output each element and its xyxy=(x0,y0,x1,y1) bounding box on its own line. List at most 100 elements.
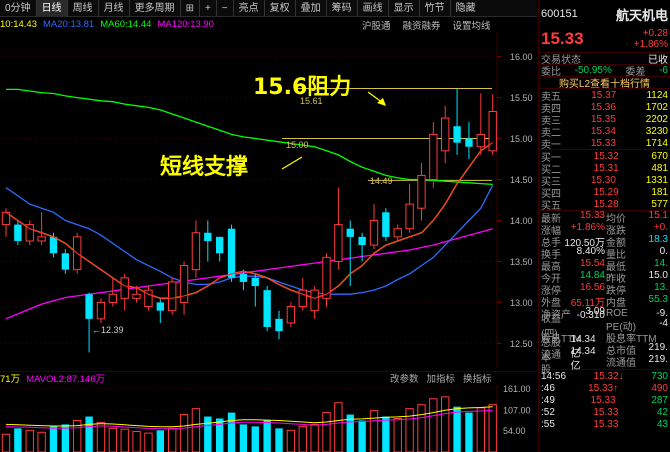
candle-body-up xyxy=(369,219,379,246)
candle-body-down xyxy=(465,138,473,147)
price-axis-label: 15.50 xyxy=(510,93,533,103)
toolbar-item-4[interactable]: 更多周期 xyxy=(128,0,180,17)
ask-book: 卖五 15.37 1124 卖四 15.36 1702 卖三 15.35 2202 卖二 15.34… xyxy=(539,89,670,151)
volume-bar-down xyxy=(85,416,93,452)
candle-body-down xyxy=(14,224,22,241)
volume-bar-up xyxy=(120,428,129,452)
candle-body-up xyxy=(168,281,177,312)
quote-panel: 600151 航天机电 15.33 +0.28 +1.86% 交易状态 已收 委… xyxy=(538,0,670,452)
toolbar-item-6[interactable]: + xyxy=(198,0,216,17)
ask-row-4-price: 15.33 xyxy=(590,137,616,149)
volume-bar-down xyxy=(49,426,58,452)
volume-bar-up xyxy=(429,398,438,452)
candle-body-up xyxy=(393,228,402,238)
tick-row-4: :55 15.33 43 xyxy=(539,418,670,430)
ma-legend-item-3: MA120:13.90 xyxy=(157,19,214,30)
volume-bar-up xyxy=(488,404,497,452)
volume-bar-down xyxy=(239,424,248,452)
toolbar-item-3[interactable]: 月线 xyxy=(97,0,129,17)
volume-bar-up xyxy=(369,410,379,452)
ask-row-2-price: 15.35 xyxy=(590,113,616,125)
volume-bar-down xyxy=(263,420,271,452)
candle-body-up xyxy=(96,301,106,320)
candle-body-up xyxy=(120,277,129,299)
ask-row-1-price: 15.36 xyxy=(590,101,616,113)
tick-price: 15.32↓ xyxy=(593,370,624,382)
toolbar-item-12[interactable]: 画线 xyxy=(356,0,388,17)
toolbar-item-9[interactable]: 复权 xyxy=(263,0,295,17)
bid-row-4-volume: 577 xyxy=(651,198,668,210)
candle-body-up xyxy=(417,174,426,209)
ma-right-item-0[interactable]: 沪股通 xyxy=(362,18,391,32)
mavol2-label: MAVOL2:87.146万 xyxy=(26,374,106,385)
candle-body-up xyxy=(108,293,118,303)
trade-status: 已收 xyxy=(648,55,668,66)
volume-bar-down xyxy=(251,426,259,452)
toolbar-item-5[interactable]: ⊞ xyxy=(179,0,199,17)
ask-row-0-price: 15.37 xyxy=(591,89,617,101)
volume-bar-up xyxy=(37,431,46,452)
price-axis-label: 14.50 xyxy=(510,175,533,185)
low-price-label: ←12.39 xyxy=(92,325,124,335)
toolbar-item-8[interactable]: 亮点 xyxy=(232,0,264,17)
kline-chart[interactable]: 16.00 15.50 15.00 14.50 14.00 13.50 13.00 12.50… xyxy=(0,32,537,368)
volume-bar-down xyxy=(465,412,473,452)
candle-body-down xyxy=(215,236,224,254)
volume-bar-down xyxy=(382,416,390,452)
ma-right-item-2[interactable]: 设置均线 xyxy=(453,18,491,32)
ma-legend-item-0: 10:14.43 xyxy=(0,19,37,30)
toolbar-item-13[interactable]: 显示 xyxy=(387,0,419,17)
bid-row-4[interactable]: 买五 15.28 577 xyxy=(539,198,670,212)
volume-bar-up xyxy=(191,408,201,452)
toolbar-item-2[interactable]: 周线 xyxy=(66,0,98,17)
tick-price: 15.33 xyxy=(593,406,619,418)
volume-bar-down xyxy=(156,430,164,452)
price-axis-label: 12.50 xyxy=(510,339,533,349)
bid-book: 买一 15.32 670 买二 15.31 481 买三 15.30 1331 买四 15.29 18… xyxy=(539,149,670,212)
tick-time: 14:56 xyxy=(541,370,567,382)
volume-tool-0[interactable]: 改参数 xyxy=(390,371,419,385)
candle-body-up xyxy=(405,203,414,230)
volume-bar-up xyxy=(96,421,106,452)
toolbar-item-1[interactable]: 日线 xyxy=(35,0,67,17)
candle-body-down xyxy=(382,212,390,237)
tick-row-1: :46 15.33↑ 490 xyxy=(539,382,670,394)
toolbar-item-0[interactable]: 0分钟 xyxy=(0,0,36,17)
volume-bar-up xyxy=(132,431,141,452)
ma-right-item-1[interactable]: 融资融券 xyxy=(403,18,441,32)
toolbar-item-10[interactable]: 叠加 xyxy=(294,0,326,17)
last-price: 15.33 xyxy=(541,29,584,48)
support-value: 15.00 xyxy=(286,140,309,150)
candle-body-down xyxy=(263,290,271,328)
toolbar-item-11[interactable]: 筹码 xyxy=(325,0,357,17)
volume-bar-up xyxy=(322,412,331,452)
ask-row-1-volume: 1702 xyxy=(645,101,668,113)
price-axis-label: 13.00 xyxy=(510,298,533,308)
volume-chart[interactable]: 161.00 107.00 54.00 xyxy=(0,385,537,452)
candle-body-up xyxy=(37,236,46,242)
candle-body-down xyxy=(358,236,366,246)
ask-row-4[interactable]: 卖一 15.33 1714 xyxy=(539,137,670,151)
candle-body-up xyxy=(334,224,343,262)
candle-body-down xyxy=(227,228,236,278)
candle-body-down xyxy=(239,273,248,282)
volume-bar-up xyxy=(144,432,153,452)
candle-body-down xyxy=(61,253,70,270)
volume-tool-2[interactable]: 换指标 xyxy=(463,371,492,385)
volume-bar-up xyxy=(25,429,34,452)
volume-axis-label: 107.00 xyxy=(503,405,531,415)
ma60-line xyxy=(6,88,493,186)
tick-price: 15.33 xyxy=(593,418,619,430)
toolbar-item-14[interactable]: 竹节 xyxy=(418,0,450,17)
toolbar-item-7[interactable]: − xyxy=(215,0,233,17)
volume-bar-down xyxy=(275,428,283,452)
stock-name: 航天机电 xyxy=(615,7,668,23)
l2-link[interactable]: 购买L2查看十档行情 xyxy=(559,75,650,90)
ma10-line xyxy=(5,142,494,299)
bid-row-3-price: 15.29 xyxy=(593,186,619,198)
volume-bar-up xyxy=(179,414,189,452)
ask-row-3-price: 15.34 xyxy=(590,125,616,137)
tick-time: :55 xyxy=(541,418,555,430)
volume-tool-1[interactable]: 加指标 xyxy=(427,371,456,385)
toolbar-item-15[interactable]: 隐藏 xyxy=(449,0,481,17)
